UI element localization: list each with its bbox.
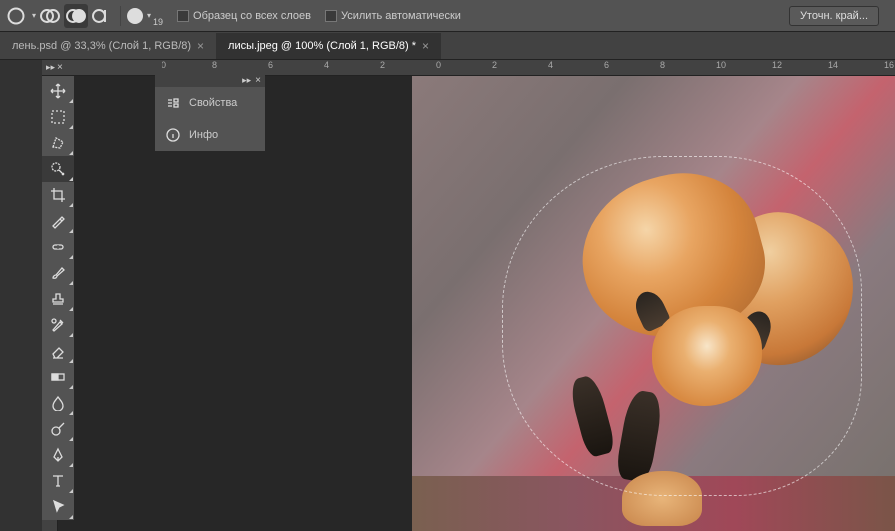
tab-label: лень.psd @ 33,3% (Слой 1, RGB/8) — [12, 40, 191, 52]
ruler-tick: 8 — [212, 60, 217, 70]
brush-tool[interactable] — [42, 260, 74, 286]
refine-edge-button[interactable]: Уточн. край... — [789, 6, 879, 26]
checkbox-icon — [325, 10, 337, 22]
info-panel-item[interactable]: Инфо — [155, 119, 265, 151]
type-tool[interactable] — [42, 468, 74, 494]
healing-tool[interactable] — [42, 234, 74, 260]
ruler-tick: 8 — [660, 60, 665, 70]
document-tabs: лень.psd @ 33,3% (Слой 1, RGB/8) × лисы.… — [0, 32, 895, 60]
ruler-tick: 12 — [772, 60, 782, 70]
ruler-tick: 14 — [828, 60, 838, 70]
document-tab[interactable]: лень.psd @ 33,3% (Слой 1, RGB/8) × — [0, 33, 216, 59]
close-icon[interactable]: × — [197, 39, 204, 53]
selection-mode-new[interactable] — [4, 4, 28, 28]
selection-mode-intersect[interactable] — [90, 4, 114, 28]
brush-preview[interactable]: ▾ — [127, 8, 151, 24]
path-select-tool[interactable] — [42, 494, 74, 520]
marquee-tool[interactable] — [42, 104, 74, 130]
toolbox — [42, 76, 74, 520]
stamp-tool[interactable] — [42, 286, 74, 312]
ruler-tick: 10 — [716, 60, 726, 70]
auto-enhance-checkbox[interactable]: Усилить автоматически — [325, 10, 461, 22]
sample-all-layers-label: Образец со всех слоев — [193, 10, 311, 22]
close-icon[interactable]: × — [57, 62, 63, 73]
ruler-tick: 4 — [324, 60, 329, 70]
panel-tab-strip[interactable]: ▸▸ × — [42, 60, 162, 74]
auto-enhance-label: Усилить автоматически — [341, 10, 461, 22]
move-tool[interactable] — [42, 78, 74, 104]
properties-icon — [165, 95, 181, 111]
info-label: Инфо — [189, 129, 218, 141]
sample-all-layers-checkbox[interactable]: Образец со всех слоев — [177, 10, 311, 22]
chevron-down-icon[interactable]: ▾ — [147, 11, 151, 20]
blur-tool[interactable] — [42, 390, 74, 416]
canvas[interactable] — [412, 76, 895, 531]
separator — [120, 6, 121, 26]
ruler-tick: 4 — [548, 60, 553, 70]
ruler-tick: 6 — [604, 60, 609, 70]
options-bar: ▾ ▾ 19 Образец со всех слоев Усилить авт… — [0, 0, 895, 32]
expand-icon[interactable]: ▸▸ — [242, 75, 251, 86]
gradient-tool[interactable] — [42, 364, 74, 390]
quick-select-tool[interactable] — [42, 156, 74, 182]
pen-tool[interactable] — [42, 442, 74, 468]
properties-label: Свойства — [189, 97, 237, 109]
close-icon[interactable]: × — [255, 75, 261, 86]
selection-mode-subtract[interactable] — [64, 4, 88, 28]
tab-label: лисы.jpeg @ 100% (Слой 1, RGB/8) * — [228, 40, 416, 52]
ruler-tick: 6 — [268, 60, 273, 70]
panel-flyout: Свойства Инфо — [155, 87, 265, 151]
checkbox-icon — [177, 10, 189, 22]
ruler-tick: 0 — [436, 60, 441, 70]
info-icon — [165, 127, 181, 143]
document-tab[interactable]: лисы.jpeg @ 100% (Слой 1, RGB/8) * × — [216, 33, 441, 59]
ruler-tick: 2 — [380, 60, 385, 70]
crop-tool[interactable] — [42, 182, 74, 208]
selection-marquee — [502, 156, 862, 496]
lasso-tool[interactable] — [42, 130, 74, 156]
properties-panel-item[interactable]: Свойства — [155, 87, 265, 119]
ruler-tick: 2 — [492, 60, 497, 70]
eraser-tool[interactable] — [42, 338, 74, 364]
dodge-tool[interactable] — [42, 416, 74, 442]
history-brush-tool[interactable] — [42, 312, 74, 338]
brush-size-label: 19 — [153, 17, 163, 27]
chevron-down-icon[interactable]: ▾ — [32, 11, 36, 20]
panel-tab-strip[interactable]: ▸▸ × — [155, 73, 265, 87]
eyedropper-tool[interactable] — [42, 208, 74, 234]
selection-mode-add[interactable] — [38, 4, 62, 28]
close-icon[interactable]: × — [422, 39, 429, 53]
ruler-tick: 16 — [884, 60, 894, 70]
expand-icon[interactable]: ▸▸ — [46, 62, 55, 73]
brush-dot-icon — [127, 8, 143, 24]
